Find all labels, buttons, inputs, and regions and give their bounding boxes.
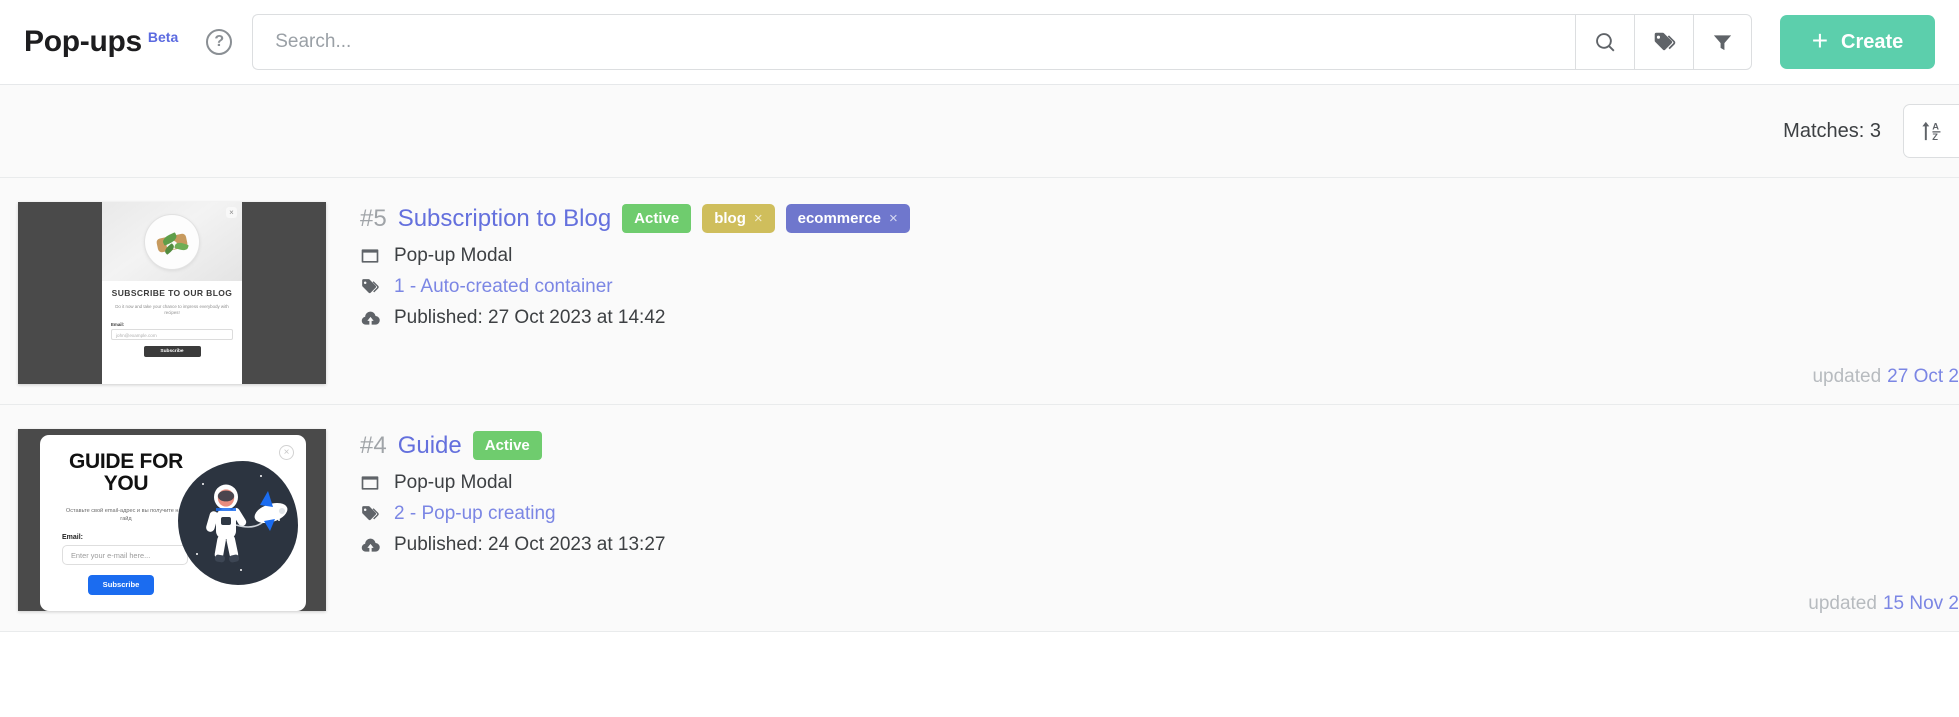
status-badge-label: Active xyxy=(634,210,680,227)
page-title: Pop-ups Beta xyxy=(24,25,178,59)
row-content: #4 Guide Active Pop-up Modal 2 - Pop-up … xyxy=(360,429,1959,611)
thumbnail-title: SUBSCRIBE TO OUR BLOG xyxy=(111,288,233,298)
status-badge: Active xyxy=(472,431,542,460)
thumbnail-photo: × xyxy=(102,202,242,281)
thumbnail-subtitle: Оставьте свой email-адрес и вы получите … xyxy=(65,508,187,523)
remove-tag-icon[interactable]: × xyxy=(889,210,898,227)
tag-icon xyxy=(360,504,382,524)
row-number: #4 xyxy=(360,431,387,459)
page-title-text: Pop-ups xyxy=(24,25,142,58)
sort-alpha-asc-icon[interactable]: A Z xyxy=(1903,104,1959,158)
tag-chip-ecommerce[interactable]: ecommerce × xyxy=(785,204,910,233)
row-published-label: Published: 24 Oct 2023 at 13:27 xyxy=(394,534,666,555)
plus-icon: + xyxy=(1811,25,1829,56)
row-published-label: Published: 27 Oct 2023 at 14:42 xyxy=(394,307,666,328)
row-type-label: Pop-up Modal xyxy=(394,245,513,266)
thumbnail-modal-preview: GUIDE FOR YOU Оставьте свой email-адрес … xyxy=(40,435,306,611)
thumbnail-field-label: Email: xyxy=(62,534,84,541)
row-title-line: #5 Subscription to Blog Active blog × ec… xyxy=(360,204,1959,233)
row-type: Pop-up Modal xyxy=(360,245,1959,267)
search-input[interactable] xyxy=(252,14,1575,70)
table-row[interactable]: GUIDE FOR YOU Оставьте свой email-адрес … xyxy=(0,405,1959,632)
cloud-upload-icon xyxy=(360,308,382,329)
search-bar xyxy=(252,14,1752,70)
row-published: Published: 24 Oct 2023 at 13:27 xyxy=(360,534,1959,556)
create-button-label: Create xyxy=(1841,30,1904,53)
row-content: #5 Subscription to Blog Active blog × ec… xyxy=(360,202,1959,384)
row-published: Published: 27 Oct 2023 at 14:42 xyxy=(360,307,1959,329)
create-button[interactable]: + Create xyxy=(1780,15,1935,69)
thumbnail-email-field: Enter your e-mail here... xyxy=(62,545,188,565)
remove-tag-icon[interactable]: × xyxy=(754,210,763,227)
astronaut-illustration xyxy=(178,461,298,585)
thumbnail-title: GUIDE FOR YOU xyxy=(69,450,183,496)
matches-count: Matches: 3 xyxy=(1783,119,1881,142)
cloud-upload-icon xyxy=(360,535,382,556)
tag-chip-label: blog xyxy=(714,210,746,227)
close-icon: × xyxy=(279,445,294,460)
thumbnail-email-field: john@example.com xyxy=(111,328,233,340)
tag-chip-label: ecommerce xyxy=(797,210,882,227)
popup-thumbnail[interactable]: GUIDE FOR YOU Оставьте свой email-адрес … xyxy=(18,429,326,611)
modal-window-icon xyxy=(360,246,382,266)
status-badge-label: Active xyxy=(484,437,530,454)
row-container-link[interactable]: 2 - Pop-up creating xyxy=(394,503,556,525)
row-title-link[interactable]: Subscription to Blog xyxy=(398,205,611,233)
app-header: Pop-ups Beta ? + Create xyxy=(0,0,1959,85)
row-type: Pop-up Modal xyxy=(360,472,1959,494)
thumbnail-field-label: Email: xyxy=(111,321,125,327)
row-title-line: #4 Guide Active xyxy=(360,431,1959,460)
row-updated: updated 27 Oct 2 xyxy=(1812,366,1959,388)
row-container-link[interactable]: 1 - Auto-created container xyxy=(394,276,613,298)
row-number: #5 xyxy=(360,204,387,232)
svg-text:Z: Z xyxy=(1932,132,1938,142)
results-toolbar: Matches: 3 A Z xyxy=(0,85,1959,178)
beta-badge: Beta xyxy=(147,29,179,45)
tag-chip-blog[interactable]: blog × xyxy=(702,204,775,233)
filter-icon[interactable] xyxy=(1693,14,1752,70)
popup-list: × SUBSCRIBE TO OUR BLOG Do it now and ta… xyxy=(0,178,1959,632)
search-icon[interactable] xyxy=(1575,14,1634,70)
row-updated-date[interactable]: 27 Oct 2 xyxy=(1887,366,1959,387)
thumbnail-modal-preview: × SUBSCRIBE TO OUR BLOG Do it now and ta… xyxy=(102,202,242,384)
row-container: 2 - Pop-up creating xyxy=(360,503,1959,525)
table-row[interactable]: × SUBSCRIBE TO OUR BLOG Do it now and ta… xyxy=(0,178,1959,405)
row-updated: updated 15 Nov 2 xyxy=(1808,593,1959,615)
modal-window-icon xyxy=(360,473,382,493)
row-container: 1 - Auto-created container xyxy=(360,276,1959,298)
row-title-link[interactable]: Guide xyxy=(398,432,462,460)
thumbnail-subscribe-button: Subscribe xyxy=(88,575,154,595)
tag-icon xyxy=(360,277,382,297)
popup-thumbnail[interactable]: × SUBSCRIBE TO OUR BLOG Do it now and ta… xyxy=(18,202,326,384)
row-updated-date[interactable]: 15 Nov 2 xyxy=(1883,593,1959,614)
thumbnail-subtitle: Do it now and take your chance to impres… xyxy=(115,303,229,315)
status-badge: Active xyxy=(622,204,692,233)
row-updated-label: updated xyxy=(1808,593,1877,614)
question-circle-icon[interactable]: ? xyxy=(206,29,233,55)
thumbnail-subscribe-button: Subscribe xyxy=(143,345,201,357)
svg-text:A: A xyxy=(1932,121,1939,131)
row-type-label: Pop-up Modal xyxy=(394,472,513,493)
row-updated-label: updated xyxy=(1812,366,1882,387)
close-icon: × xyxy=(226,207,237,218)
tags-icon[interactable] xyxy=(1634,14,1693,70)
